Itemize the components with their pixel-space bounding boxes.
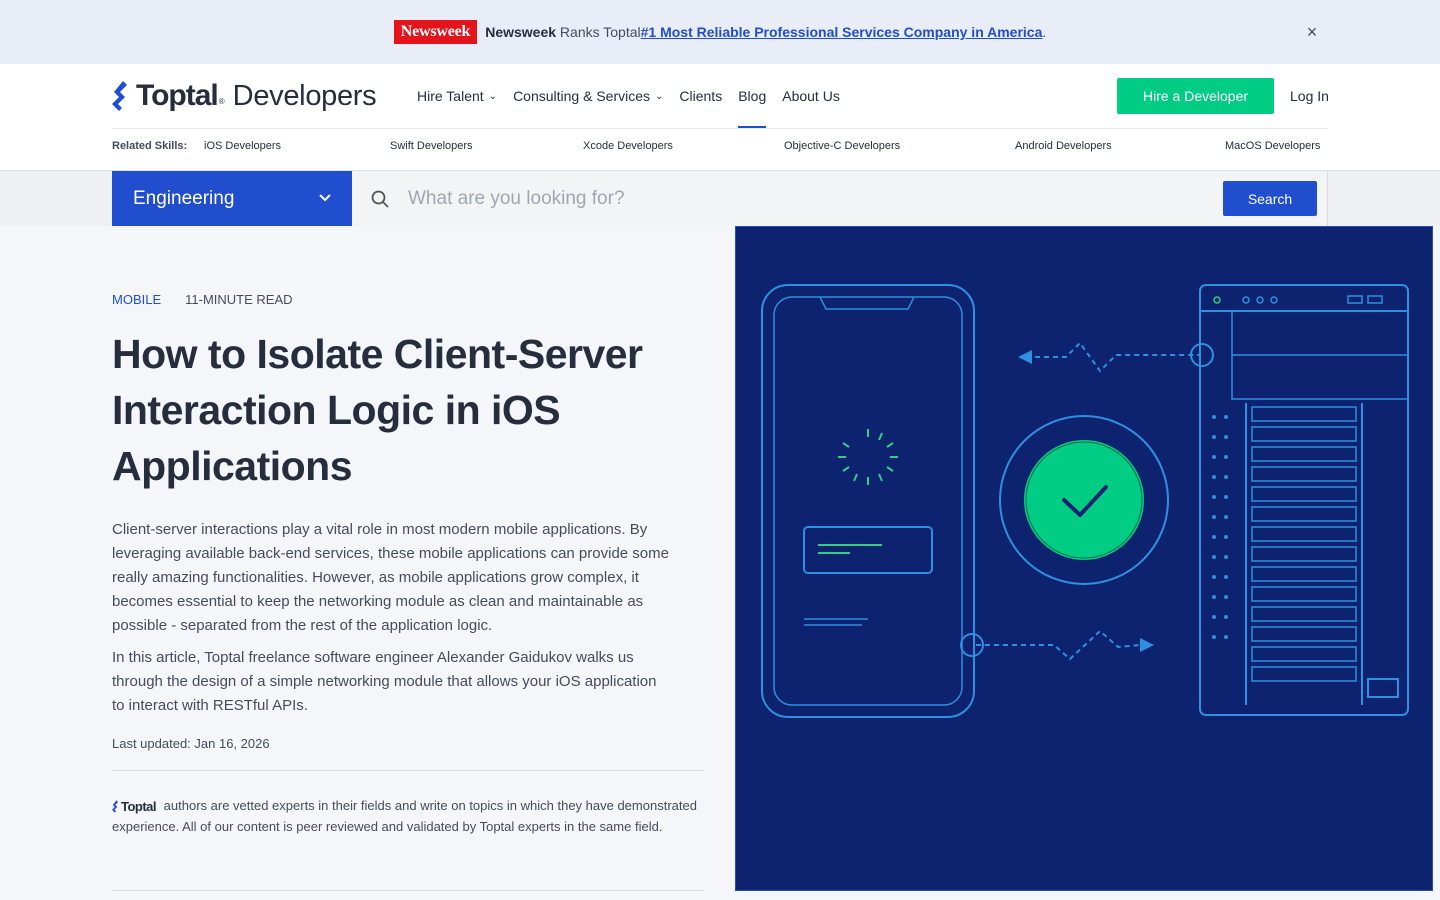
banner-source: Newsweek xyxy=(485,24,557,40)
toptal-mini-logo: Toptal xyxy=(112,797,157,817)
last-updated: Last updated: Jan 16, 2026 xyxy=(112,736,270,751)
banner-text: Ranks Toptal xyxy=(556,24,641,40)
nav-label: Hire Talent xyxy=(417,88,484,104)
blog-search-bar: Engineering Search xyxy=(0,171,1440,226)
chevron-down-icon xyxy=(319,194,331,202)
search-button[interactable]: Search xyxy=(1223,181,1317,216)
article-meta: MOBILE 11-MINUTE READ xyxy=(112,292,293,307)
related-skills-label: Related Skills: xyxy=(112,140,188,152)
skill-link-macos[interactable]: MacOS Developers xyxy=(1225,140,1320,152)
toptal-logo-icon xyxy=(112,800,119,813)
banner-link[interactable]: #1 Most Reliable Professional Services C… xyxy=(641,24,1043,40)
skill-link-xcode[interactable]: Xcode Developers xyxy=(583,140,673,152)
search-field-wrapper: Search xyxy=(352,171,1328,226)
nav-clients[interactable]: Clients xyxy=(679,64,722,128)
divider xyxy=(112,770,704,771)
login-link[interactable]: Log In xyxy=(1290,88,1329,104)
skill-link-android[interactable]: Android Developers xyxy=(1015,140,1112,152)
banner-suffix: . xyxy=(1042,24,1047,40)
close-icon[interactable]: × xyxy=(1302,22,1322,42)
category-select[interactable]: Engineering xyxy=(112,171,352,226)
hire-developer-button[interactable]: Hire a Developer xyxy=(1117,78,1274,114)
related-skills-bar: Related Skills: iOS Developers Swift Dev… xyxy=(0,128,1440,171)
article-category[interactable]: MOBILE xyxy=(112,292,161,307)
main-nav: Hire Talent ⌄ Consulting & Services ⌄ Clie… xyxy=(417,64,856,128)
nav-consulting-services[interactable]: Consulting & Services ⌄ xyxy=(513,64,663,128)
arrow-right-icon xyxy=(1140,638,1154,652)
announcement-banner: Newsweek Newsweek Ranks Toptal #1 Most R… xyxy=(0,0,1440,64)
nav-about-us[interactable]: About Us xyxy=(782,64,840,128)
article-title: How to Isolate Client-Server Interaction… xyxy=(112,331,643,489)
client-server-illustration xyxy=(761,284,1409,718)
search-icon xyxy=(371,190,389,208)
newsweek-logo: Newsweek xyxy=(393,20,478,44)
nav-label: Consulting & Services xyxy=(513,88,651,104)
nav-hire-talent[interactable]: Hire Talent ⌄ xyxy=(417,64,497,128)
skill-link-objective-c[interactable]: Objective-C Developers xyxy=(784,140,900,152)
skill-link-swift[interactable]: Swift Developers xyxy=(390,140,473,152)
read-time: 11-MINUTE READ xyxy=(185,292,293,307)
server-outline xyxy=(1199,284,1409,716)
mini-logo-wordmark: Toptal xyxy=(121,798,157,814)
toptal-logo-icon xyxy=(112,81,127,111)
nav-label: Blog xyxy=(738,88,767,104)
article-illustration xyxy=(735,226,1433,891)
arrow-left-icon xyxy=(1018,350,1032,364)
nav-label: Clients xyxy=(679,88,723,104)
site-header: Toptal ® Developers Hire Talent ⌄ Consult… xyxy=(0,64,1440,128)
toptal-developers-logo[interactable]: Toptal ® Developers xyxy=(112,79,377,112)
chevron-down-icon: ⌄ xyxy=(488,90,498,102)
chevron-down-icon: ⌄ xyxy=(655,90,664,102)
vetted-text: authors are vetted experts in their fiel… xyxy=(112,798,697,834)
logo-registered: ® xyxy=(218,97,225,106)
vetted-authors-note: Toptal authors are vetted experts in the… xyxy=(112,796,702,837)
divider xyxy=(112,128,1328,129)
article-paragraph: Client-server interactions play a vital … xyxy=(112,521,669,634)
article-paragraph: In this article, Toptal freelance softwa… xyxy=(112,649,657,714)
article-description: Client-server interactions play a vital … xyxy=(112,518,672,726)
category-select-label: Engineering xyxy=(133,187,235,209)
divider xyxy=(112,890,704,891)
logo-developers: Developers xyxy=(232,79,377,112)
skill-link-ios[interactable]: iOS Developers xyxy=(204,140,281,152)
nav-blog[interactable]: Blog xyxy=(738,64,767,128)
check-circle-icon xyxy=(1020,436,1148,564)
article-hero: MOBILE 11-MINUTE READ How to Isolate Cli… xyxy=(0,226,1440,900)
phone-outline xyxy=(761,284,975,718)
nav-label: About Us xyxy=(782,88,840,104)
logo-wordmark: Toptal xyxy=(136,79,219,112)
search-input[interactable] xyxy=(408,183,1208,215)
